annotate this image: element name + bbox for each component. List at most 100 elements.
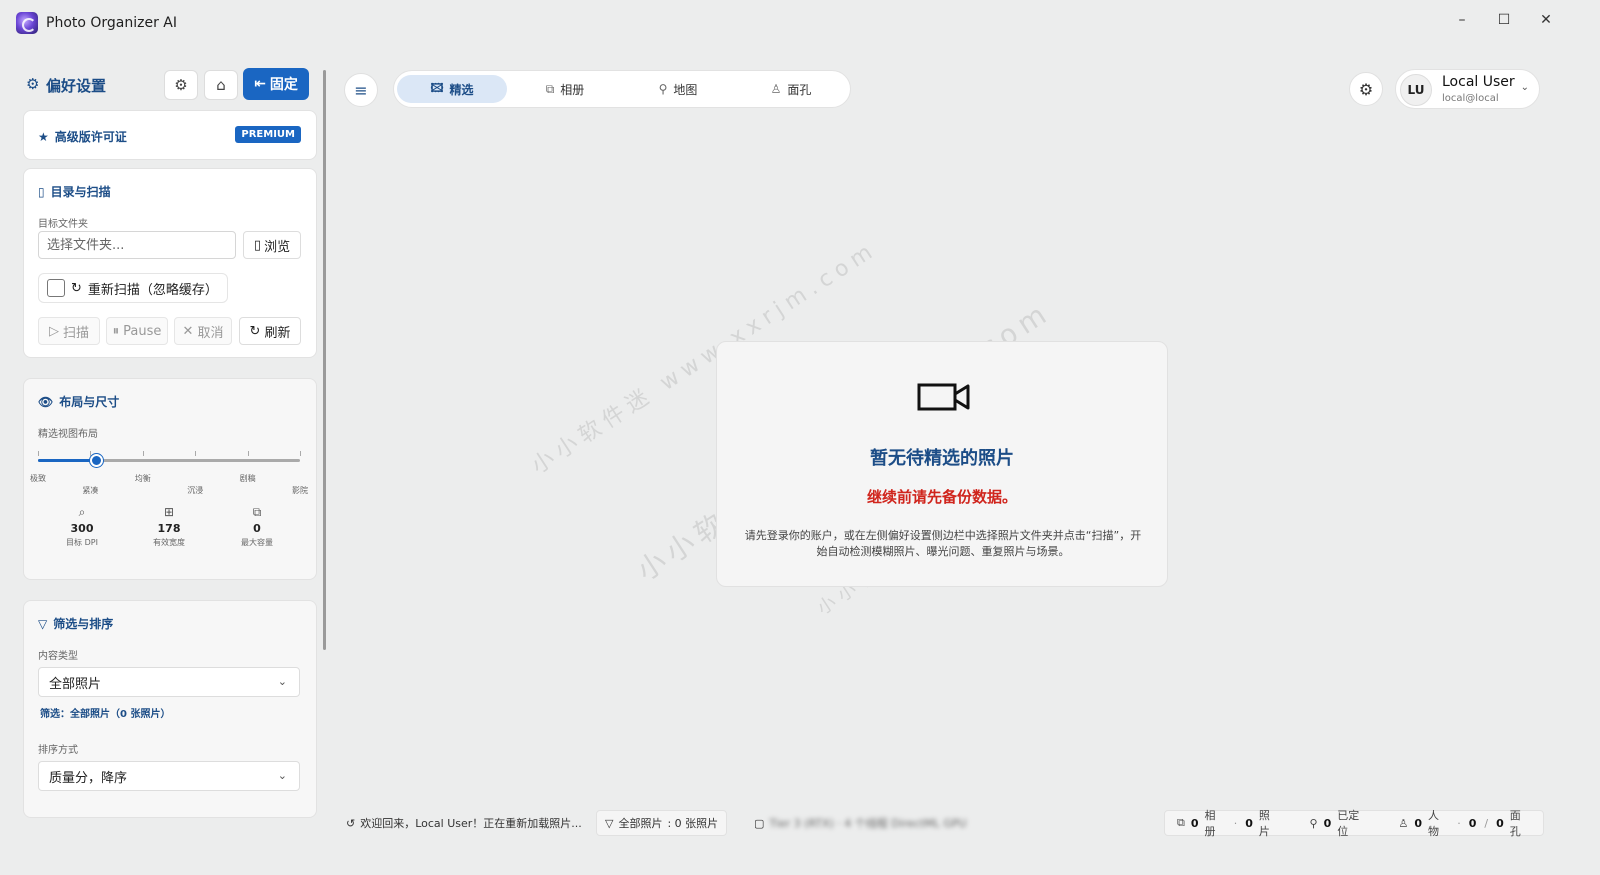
slider-tick <box>90 451 92 456</box>
user-email: local@local <box>1442 93 1499 104</box>
tab-curate[interactable]: 🖾 精选 <box>397 75 507 103</box>
albums-label: 相册 <box>1204 809 1216 838</box>
filter-sort-card: ▽ 筛选与排序 内容类型 全部照片 ⌄ 筛选：全部照片（0 张照片） 排序方式 … <box>23 600 317 818</box>
play-icon: ▷ <box>48 323 59 339</box>
content-type-label: 内容类型 <box>38 651 78 662</box>
pin-button[interactable]: ⇤ 固定 <box>243 68 309 100</box>
pin-icon: ⇤ <box>254 76 266 92</box>
app-logo-icon <box>16 12 38 34</box>
stat-value: 0 <box>253 522 261 535</box>
empty-state-card: 暂无待精选的照片 继续前请先备份数据。 请先登录你的账户，或在左侧偏好设置侧边栏… <box>716 341 1168 587</box>
sidebar-scrollbar[interactable] <box>323 70 326 650</box>
photos-label: 照片 <box>1258 809 1270 838</box>
user-menu[interactable]: LU Local User local@local ⌄ <box>1395 69 1540 109</box>
map-pin-icon: ⚲ <box>658 82 668 96</box>
slider-tick <box>38 451 39 456</box>
sort-value: 质量分，降序 <box>49 770 128 786</box>
backup-warning: 继续前请先备份数据。 <box>866 488 1017 506</box>
status-message: ↺ 欢迎回来，Local User！正在重新加载照片... <box>346 811 582 835</box>
preferences-sidebar: ⚙ 偏好设置 ⚙ ⌂ ⇤ 固定 ★ 高级版许可证 PREMIUM ▯ 目录与扫描… <box>0 60 330 860</box>
cancel-label: 取消 <box>197 325 224 341</box>
stat-value: 300 <box>70 522 94 535</box>
sidebar-title: 偏好设置 <box>46 77 107 95</box>
slider-tick-label: 沉浸 <box>187 486 204 495</box>
premium-license-card[interactable]: ★ 高级版许可证 PREMIUM <box>23 110 317 160</box>
menu-button[interactable]: ≡ <box>344 73 378 107</box>
tab-label: 地图 <box>673 82 698 97</box>
image-icon: 🖾 <box>430 80 444 95</box>
empty-state-title: 暂无待精选的照片 <box>870 448 1014 469</box>
map-pin-icon: ⚲ <box>1309 816 1318 830</box>
tab-albums[interactable]: ⧉ 相册 <box>510 75 620 103</box>
folder-label: 目标文件夹 <box>38 219 88 230</box>
status-filter-chip[interactable]: ▽ 全部照片 : 0 张照片 <box>596 810 728 836</box>
folder-input[interactable] <box>38 231 236 259</box>
layout-size-card: 👁 布局与尺寸 精选视图布局 极致 紧凑 均衡 沉浸 剧稿 影院 ⌕ 300 目标 DPI ⊞ 17… <box>23 378 317 580</box>
status-filter-label: 全部照片 <box>618 817 663 830</box>
filter-title: 筛选与排序 <box>53 617 114 631</box>
layout-stat: ⌕ 300 目标 DPI <box>47 505 117 548</box>
stat-value: 178 <box>157 522 181 535</box>
chip-icon: ▢ <box>754 816 765 830</box>
dpi-icon: ⌕ <box>78 505 86 519</box>
premium-label: 高级版许可证 <box>54 130 127 144</box>
eye-icon: 👁 <box>38 394 54 409</box>
minimize-button[interactable]: – <box>1442 6 1482 34</box>
tab-faces[interactable]: ♙ 面孔 <box>736 75 846 103</box>
stack-icon: ⧉ <box>252 505 262 519</box>
slider-thumb[interactable] <box>89 454 103 467</box>
rescan-toggle[interactable]: ↻ 重新扫描（忽略缓存） <box>38 273 228 303</box>
history-icon: ↺ <box>346 816 356 830</box>
photos-count: 0 <box>1245 816 1253 830</box>
slider-tick-label: 极致 <box>30 474 46 483</box>
home-button[interactable]: ⌂ <box>204 70 238 100</box>
located-label: 已定位 <box>1337 809 1360 838</box>
chevron-down-icon: ⌄ <box>277 675 287 688</box>
close-button[interactable]: ✕ <box>1526 6 1566 34</box>
layout-stat: ⊞ 178 有效宽度 <box>134 505 204 548</box>
content-type-select[interactable]: 全部照片 ⌄ <box>38 667 300 697</box>
people-label: 人物 <box>1428 809 1439 838</box>
layout-title: 布局与尺寸 <box>59 395 120 409</box>
close-icon: ✕ <box>182 323 194 339</box>
app-title: Photo Organizer AI <box>46 15 178 31</box>
app-settings-button[interactable]: ⚙ <box>1349 72 1383 106</box>
refresh-button[interactable]: ↻ 刷新 <box>239 317 301 345</box>
content-type-value: 全部照片 <box>49 676 102 692</box>
sidebar-header: ⚙ 偏好设置 ⚙ ⌂ ⇤ 固定 <box>24 68 324 102</box>
stat-label: 有效宽度 <box>153 538 185 547</box>
status-filter-count: : 0 张照片 <box>667 817 719 830</box>
sort-select[interactable]: 质量分，降序 ⌄ <box>38 761 300 791</box>
library-stats: ⧉ 0 相册 · 0 照片 ⚲ 0 已定位 ♙ 0 人物 · 0 / 0 面孔 <box>1164 809 1544 838</box>
scan-button[interactable]: ▷ 扫描 <box>38 317 100 345</box>
gear-icon: ⚙ <box>26 75 40 93</box>
tab-map[interactable]: ⚲ 地图 <box>623 75 733 103</box>
tab-label: 面孔 <box>787 82 812 97</box>
slider-tick <box>142 451 144 456</box>
people-count: 0 <box>1414 816 1422 830</box>
stat-label: 最大容量 <box>241 538 273 547</box>
home-icon: ⌂ <box>216 76 226 94</box>
settings-button[interactable]: ⚙ <box>164 70 198 100</box>
located-count: 0 <box>1323 816 1332 830</box>
layout-stat: ⧉ 0 最大容量 <box>222 505 292 548</box>
gpu-status-text: Tier 3 (RTX) · 4 个线程 DirectML GPU <box>769 817 967 830</box>
stat-label: 目标 DPI <box>66 538 98 547</box>
filter-icon: ▽ <box>605 816 614 830</box>
title-bar: Photo Organizer AI – ☐ ✕ <box>0 0 1600 46</box>
slider-tick <box>195 451 197 456</box>
directory-title: 目录与扫描 <box>50 185 111 199</box>
slider-fill <box>38 459 96 462</box>
layout-slider[interactable] <box>38 454 300 467</box>
gear-icon: ⚙ <box>174 76 188 94</box>
rescan-checkbox[interactable] <box>47 279 65 297</box>
maximize-button[interactable]: ☐ <box>1484 6 1524 34</box>
browse-button[interactable]: ▯ 浏览 <box>243 231 301 259</box>
pin-label: 固定 <box>269 77 298 93</box>
folder-icon: ▯ <box>38 184 45 199</box>
faces-label: 面孔 <box>1509 809 1521 838</box>
cancel-button[interactable]: ✕ 取消 <box>174 317 232 345</box>
pause-button[interactable]: ⏸ Pause <box>106 317 168 345</box>
view-layout-label: 精选视图布局 <box>38 429 98 440</box>
album-icon: ⧉ <box>545 81 555 96</box>
